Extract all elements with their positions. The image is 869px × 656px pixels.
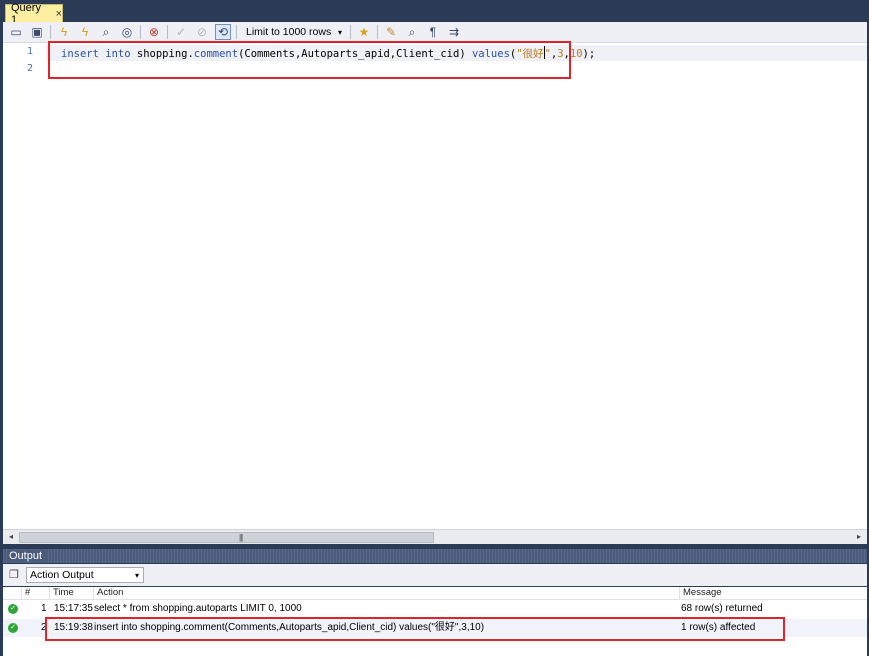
output-view-select[interactable]: Action Output ▾ — [26, 567, 144, 583]
column-header-number[interactable]: # — [21, 587, 49, 599]
execute-current-icon[interactable]: ϟ — [77, 24, 93, 40]
output-view-label: Action Output — [30, 569, 94, 581]
row-action: select * from shopping.autoparts LIMIT 0… — [94, 603, 302, 614]
chevron-down-icon: ▾ — [337, 27, 342, 37]
output-toolbar: ❐ Action Output ▾ — [3, 564, 867, 586]
row-message: 68 row(s) returned — [681, 603, 763, 614]
row-number: 1 — [41, 603, 47, 614]
toolbar-separator — [140, 25, 141, 39]
success-icon: ✓ — [8, 604, 18, 614]
number-literal: 10 — [569, 48, 583, 60]
column-header-message[interactable]: Message — [679, 587, 867, 599]
autocommit-icon[interactable]: ⟲ — [215, 24, 231, 40]
grip-icon: ||| — [239, 533, 243, 542]
rollback-icon[interactable]: ⊘ — [194, 24, 210, 40]
chevron-down-icon: ▾ — [134, 570, 139, 580]
annotation-box — [45, 617, 785, 641]
snippet-icon[interactable]: ★ — [356, 24, 372, 40]
copy-icon[interactable]: ❐ — [9, 569, 21, 581]
explain-icon[interactable]: ⌕ — [98, 24, 114, 40]
sql-editor[interactable]: 1 2 insert into shopping.comment(Comment… — [3, 41, 867, 529]
action-output-table: # Time Action Message ✓ 1 15:17:35 selec… — [3, 587, 867, 656]
save-icon[interactable]: ▣ — [29, 24, 45, 40]
punctuation: ); — [582, 48, 596, 60]
commit-icon[interactable]: ✓ — [173, 24, 189, 40]
toolbar-separator — [236, 25, 237, 39]
invisible-chars-icon[interactable]: ¶ — [425, 24, 441, 40]
scroll-left-icon[interactable]: ◂ — [5, 531, 17, 543]
toolbar-separator — [350, 25, 351, 39]
output-panel-header: Output — [3, 549, 867, 563]
annotation-box — [48, 41, 571, 79]
column-header-time[interactable]: Time — [49, 587, 93, 599]
output-title: Output — [9, 550, 47, 562]
beautify-icon[interactable]: ✎ — [383, 24, 399, 40]
scroll-right-icon[interactable]: ▸ — [853, 531, 865, 543]
limit-rows-select[interactable]: Limit to 1000 rows ▾ — [243, 25, 345, 39]
toggle-error-icon[interactable]: ⊗ — [146, 24, 162, 40]
execute-icon[interactable]: ϟ — [56, 24, 72, 40]
success-icon: ✓ — [8, 623, 18, 633]
close-icon[interactable]: × — [56, 8, 62, 20]
table-row[interactable]: ✓ 1 15:17:35 select * from shopping.auto… — [3, 600, 867, 618]
table-header: # Time Action Message — [3, 587, 867, 600]
limit-rows-label: Limit to 1000 rows — [246, 26, 332, 38]
scrollbar-thumb[interactable]: ||| — [19, 532, 434, 543]
line-number: 1 — [26, 46, 33, 57]
line-gutter: 1 2 — [3, 43, 45, 529]
open-file-icon[interactable]: ▭ — [8, 24, 24, 40]
toolbar-separator — [167, 25, 168, 39]
row-time: 15:17:35 — [54, 603, 93, 614]
find-icon[interactable]: ⌕ — [404, 24, 420, 40]
line-number: 2 — [26, 63, 33, 74]
column-header-action[interactable]: Action — [93, 587, 679, 599]
toolbar-separator — [377, 25, 378, 39]
stop-icon[interactable]: ◎ — [119, 24, 135, 40]
wrap-icon[interactable]: ⇉ — [446, 24, 462, 40]
editor-toolbar: ▭ ▣ ϟ ϟ ⌕ ◎ ⊗ ✓ ⊘ ⟲ Limit to 1000 rows ▾… — [3, 22, 867, 43]
tab-query-1[interactable]: Query 1 × — [5, 2, 63, 26]
editor-horizontal-scrollbar[interactable]: ◂ ||| ▸ — [3, 529, 867, 544]
toolbar-separator — [50, 25, 51, 39]
tab-strip: Query 1 × — [3, 2, 867, 26]
